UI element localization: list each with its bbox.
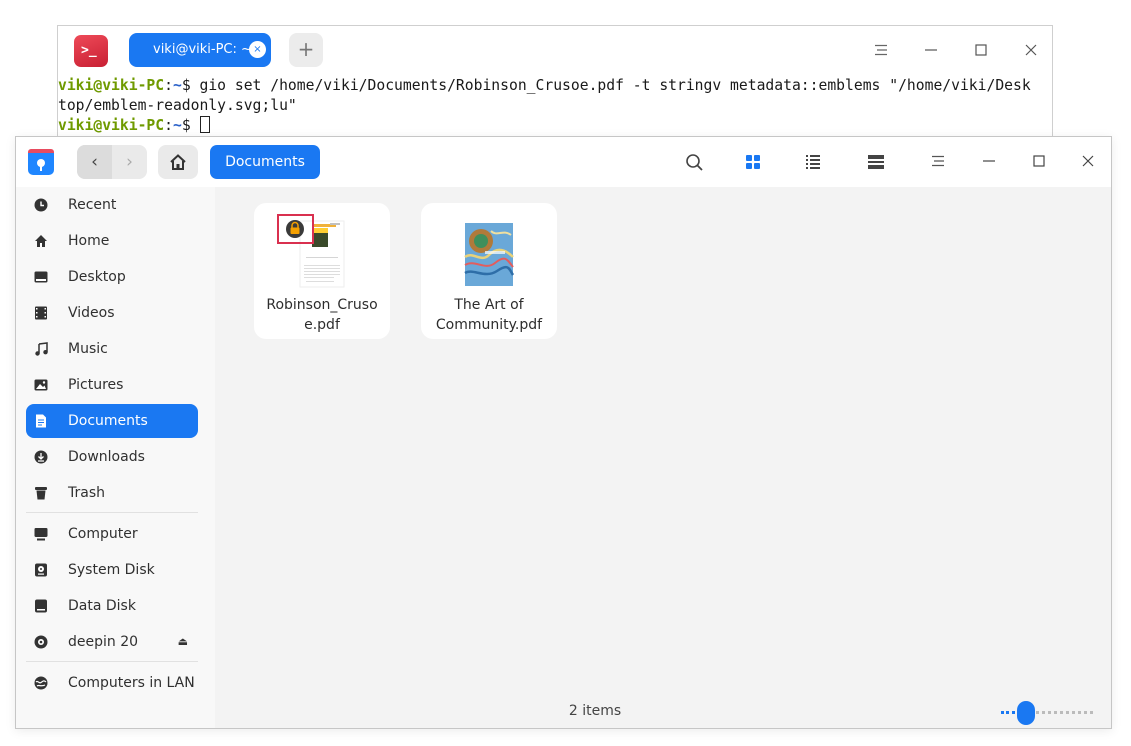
prompt-symbol: $ [181, 117, 200, 134]
sidebar-item-label: Recent [68, 197, 117, 213]
computer-icon [34, 528, 48, 541]
status-bar-item-count: 2 items [568, 703, 622, 719]
icon-view-icon[interactable] [741, 150, 765, 174]
sidebar-item-computer[interactable]: Computer [26, 517, 198, 551]
network-icon [34, 676, 48, 690]
sidebar-item-label: deepin 20 [68, 634, 139, 650]
sidebar-item-pictures[interactable]: Pictures [26, 368, 198, 402]
prompt-user: viki@viki-PC [58, 77, 165, 94]
terminal-line: viki@viki-PC:~$ [58, 116, 1052, 136]
minimize-icon[interactable] [969, 144, 1009, 180]
sidebar-item-label: Downloads [68, 449, 145, 465]
text-cursor [199, 116, 210, 133]
sidebar-item-label: Data Disk [68, 598, 136, 614]
prompt-path: ~ [172, 117, 182, 134]
command-text: gio set /home/viki/Documents/Robinson_Cr… [199, 77, 1031, 94]
close-icon[interactable] [1068, 144, 1108, 180]
navigation-buttons: ‹ › [77, 145, 147, 179]
prompt-user: viki@viki-PC [58, 117, 165, 134]
forward-button[interactable]: › [112, 145, 147, 179]
close-icon[interactable] [1011, 33, 1051, 69]
sidebar-item-label: System Disk [68, 562, 155, 578]
sidebar-item-label: Music [68, 341, 108, 357]
sidebar-item-home[interactable]: Home [26, 224, 198, 258]
prompt-separator: : [164, 117, 173, 134]
document-icon [36, 414, 46, 428]
sidebar-item-desktop[interactable]: Desktop [26, 260, 198, 294]
terminal-tab-title: viki@viki-PC: ~ [153, 42, 252, 57]
file-name: Robinson_Cruso e.pdf [266, 297, 378, 333]
desktop-icon [34, 271, 48, 283]
file-name: The Art of Community.pdf [435, 297, 543, 333]
disk-icon [35, 599, 47, 613]
sidebar-item-label: Computers in LAN [68, 675, 195, 691]
prompt-separator: : [164, 77, 173, 94]
maximize-icon[interactable] [961, 33, 1001, 69]
prompt-symbol: $ [181, 77, 200, 94]
home-button[interactable] [158, 145, 198, 179]
sidebar-item-videos[interactable]: Videos [26, 296, 198, 330]
maximize-icon[interactable] [1019, 144, 1059, 180]
new-tab-button[interactable]: + [289, 33, 323, 67]
sidebar-divider [26, 661, 198, 662]
trash-icon [35, 487, 47, 500]
file-view[interactable]: Robinson_Cruso e.pdf The Art of Communit… [215, 187, 1111, 728]
sidebar-item-label: Home [68, 233, 110, 249]
search-icon[interactable] [682, 150, 706, 174]
eject-icon[interactable]: ⏏ [178, 625, 188, 659]
terminal-line: top/emblem-readonly.svg;lu" [58, 97, 297, 114]
sidebar-item-documents[interactable]: Documents [26, 404, 198, 438]
sidebar-item-recent[interactable]: Recent [26, 188, 198, 222]
hamburger-menu-icon[interactable] [861, 33, 901, 69]
sidebar-item-label: Trash [68, 485, 105, 501]
home-icon [170, 154, 186, 170]
music-note-icon [35, 342, 48, 356]
optical-disc-icon [34, 635, 48, 649]
prompt-path: ~ [172, 77, 182, 94]
terminal-line: viki@viki-PC:~$ gio set /home/viki/Docum… [58, 76, 1052, 96]
file-item[interactable]: The Art of Community.pdf [421, 203, 557, 339]
hamburger-menu-icon[interactable] [918, 144, 958, 180]
pdf-thumbnail [464, 223, 515, 286]
file-manager-window: ‹ › Documents Recent Home Desktop Videos… [15, 136, 1112, 729]
sidebar-item-label: Computer [68, 526, 138, 542]
sidebar-item-label: Pictures [68, 377, 124, 393]
sidebar-item-system-disk[interactable]: System Disk [26, 553, 198, 587]
sidebar-item-label: Videos [68, 305, 115, 321]
minimize-icon[interactable] [911, 33, 951, 69]
tree-view-icon[interactable] [864, 150, 888, 174]
sidebar-item-label: Desktop [68, 269, 126, 285]
file-manager-titlebar: ‹ › Documents [16, 137, 1111, 187]
terminal-titlebar: >_ viki@viki-PC: ~ × + [58, 26, 1052, 76]
sidebar-item-computers-in-lan[interactable]: Computers in LAN [26, 666, 198, 700]
system-disk-icon [35, 563, 47, 577]
breadcrumb-documents[interactable]: Documents [210, 145, 320, 179]
sidebar: Recent Home Desktop Videos Music Picture… [16, 187, 215, 728]
sidebar-item-music[interactable]: Music [26, 332, 198, 366]
sidebar-divider [26, 512, 198, 513]
sidebar-item-deepin-20[interactable]: deepin 20 ⏏ [26, 625, 198, 659]
film-icon [35, 306, 47, 320]
file-manager-logo-icon [28, 149, 54, 175]
picture-icon [34, 379, 48, 391]
sidebar-item-downloads[interactable]: Downloads [26, 440, 198, 474]
terminal-tab[interactable]: viki@viki-PC: ~ × [129, 33, 271, 67]
clock-icon [34, 198, 48, 212]
download-icon [34, 450, 48, 464]
zoom-slider-handle[interactable] [1017, 701, 1035, 725]
pdf-thumbnail [277, 214, 345, 288]
back-button[interactable]: ‹ [77, 145, 112, 179]
tab-close-icon[interactable]: × [249, 41, 266, 58]
terminal-output[interactable]: viki@viki-PC:~$ gio set /home/viki/Docum… [58, 76, 1052, 136]
list-view-icon[interactable] [801, 150, 825, 174]
file-item[interactable]: Robinson_Cruso e.pdf [254, 203, 390, 339]
sidebar-item-label: Documents [68, 413, 148, 429]
home-icon [35, 235, 47, 247]
sidebar-item-trash[interactable]: Trash [26, 476, 198, 510]
sidebar-item-data-disk[interactable]: Data Disk [26, 589, 198, 623]
terminal-app-icon[interactable]: >_ [74, 35, 108, 67]
